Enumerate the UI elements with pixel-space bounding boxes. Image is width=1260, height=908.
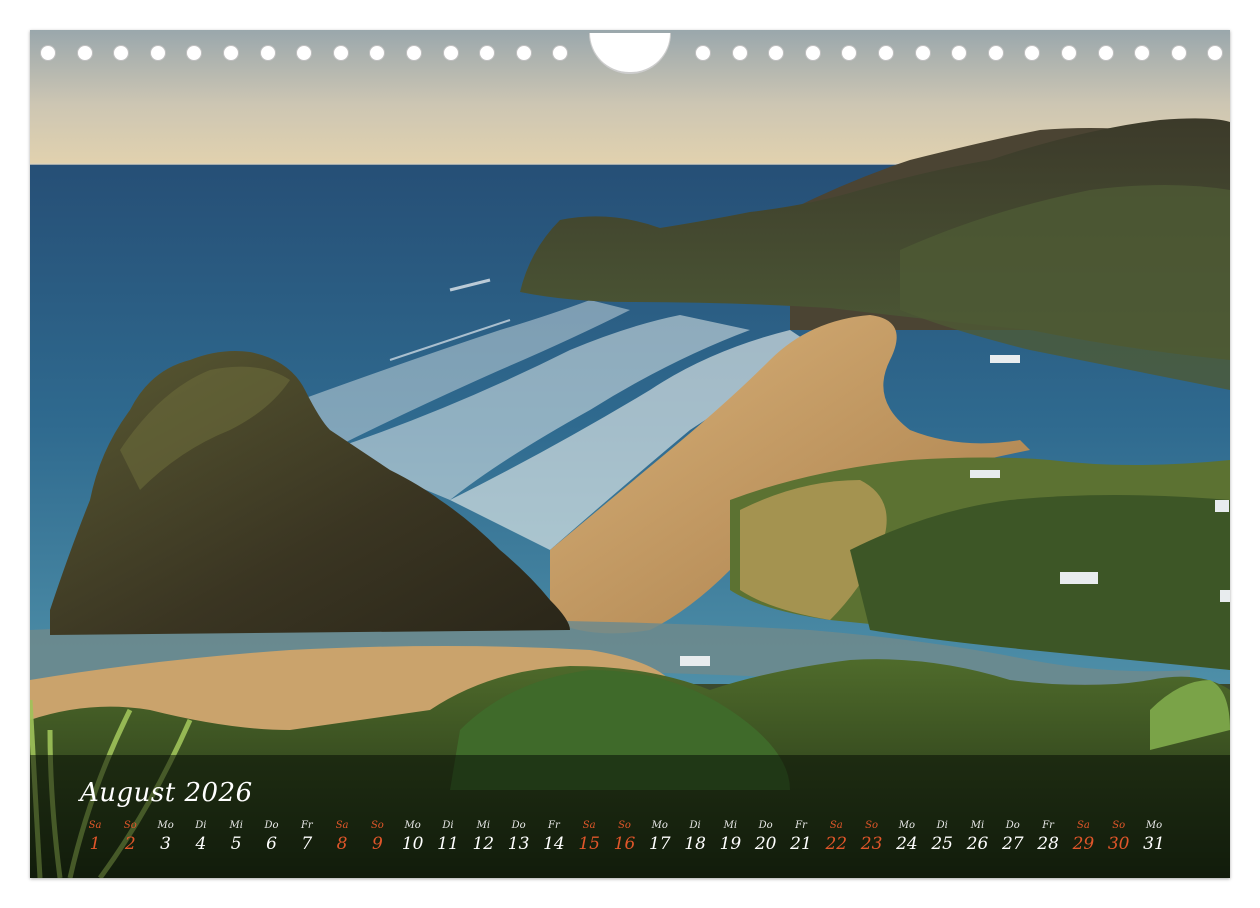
day-number: 25 [931, 834, 953, 854]
binding-hole [841, 45, 858, 61]
weekday-label: So [123, 820, 137, 831]
weekday-label: Mo [157, 820, 174, 831]
binding-hole [76, 45, 93, 61]
binding-hole [1061, 45, 1077, 61]
weekday-label: Sa [335, 820, 349, 831]
day-number: 23 [860, 834, 883, 854]
month-title: August 2026 [80, 778, 253, 808]
weekday-label: Di [689, 820, 701, 831]
weekday-label: Fr [548, 820, 560, 831]
binding-hole [332, 45, 349, 61]
day-number: 16 [613, 834, 636, 854]
binding-hole [1207, 45, 1224, 61]
binding-hole [479, 45, 496, 61]
day-number: 30 [1107, 834, 1130, 854]
binding-hole [223, 45, 239, 61]
binding-hole [951, 45, 968, 61]
binding-hole [914, 45, 931, 61]
weekday-label: So [618, 820, 631, 831]
day-number: 28 [1037, 834, 1059, 854]
binding-hole [442, 45, 459, 61]
binding-hole [149, 45, 166, 61]
binding-hole [296, 45, 313, 61]
calendar-page: August 2026 Sa 1 So 2 Mo 3 Di 4 Mi 5 Do 6 Fr 7 Sa 8 So 9 M… [0, 0, 1260, 908]
day-number: 2 [124, 834, 136, 854]
day-number: 1 [89, 834, 101, 854]
day-number: 26 [966, 834, 989, 854]
day-number: 10 [401, 834, 424, 854]
binding-hole [406, 45, 422, 61]
binding-hole [369, 45, 386, 61]
binding-hole [1097, 45, 1114, 61]
binding-hole [259, 45, 276, 61]
day-number: 5 [230, 834, 242, 854]
landscape-photo [30, 30, 1230, 878]
binding-hole [515, 45, 532, 61]
binding-hole [113, 45, 130, 61]
weekday-label: Di [195, 820, 207, 831]
binding-hole [186, 45, 203, 61]
weekday-label: Mo [898, 820, 916, 831]
binding-hole [40, 45, 56, 61]
weekday-label: Mo [404, 820, 421, 831]
day-number: 3 [160, 834, 171, 854]
binding-hole [1134, 45, 1151, 61]
day-number: 11 [437, 834, 459, 854]
day-number: 12 [472, 834, 495, 854]
day-number: 15 [578, 834, 600, 854]
weekday-label: Sa [88, 820, 102, 831]
weekday-label: So [370, 820, 384, 831]
weekday-label: Di [442, 820, 454, 831]
weekday-label: Sa [582, 820, 596, 831]
weekday-label: Mi [476, 820, 491, 831]
day-number: 9 [371, 834, 383, 854]
weekday-label: Do [511, 820, 526, 831]
day-number: 8 [336, 834, 348, 854]
binding-hole [804, 45, 821, 61]
weekday-label: So [1112, 820, 1126, 831]
day-number: 17 [648, 834, 671, 854]
day-number: 27 [1001, 834, 1024, 854]
weekday-label: Sa [1076, 820, 1090, 831]
day-number: 7 [301, 834, 313, 854]
binding-hole [768, 45, 785, 61]
binding-hole [987, 45, 1004, 61]
day-number: 14 [543, 834, 565, 854]
weekday-label: Mo [651, 820, 668, 831]
day-number: 21 [790, 834, 812, 854]
day-number: 18 [684, 834, 706, 854]
day-number: 20 [754, 834, 777, 854]
calendar-band [30, 755, 1230, 878]
weekday-label: So [865, 820, 879, 831]
day-number: 6 [266, 834, 277, 854]
binding-hole [1170, 45, 1187, 61]
day-number: 19 [719, 834, 742, 854]
weekday-label: Mi [229, 820, 243, 831]
weekday-label: Di [936, 820, 948, 831]
weekday-label: Mo [1145, 820, 1163, 831]
binding-hole [695, 45, 711, 61]
binding-hole [552, 45, 569, 61]
day-number: 13 [507, 834, 530, 854]
binding-hole [731, 45, 748, 61]
binding-hole [1024, 45, 1041, 61]
weekday-label: Do [1005, 820, 1020, 831]
day-number: 31 [1143, 834, 1165, 854]
weekday-label: Do [264, 820, 279, 831]
weekday-label: Fr [300, 820, 313, 831]
binding-hole [878, 45, 894, 61]
weekday-label: Sa [829, 820, 843, 831]
weekday-label: Do [758, 820, 773, 831]
weekday-label: Mi [723, 820, 738, 831]
day-number: 29 [1072, 834, 1095, 854]
day-number: 4 [195, 834, 207, 854]
day-number: 22 [825, 834, 848, 854]
landscape-illustration [30, 30, 1230, 878]
day-number: 24 [896, 834, 918, 854]
weekday-label: Fr [795, 820, 807, 831]
weekday-label: Mi [970, 820, 985, 831]
weekday-label: Fr [1042, 820, 1054, 831]
